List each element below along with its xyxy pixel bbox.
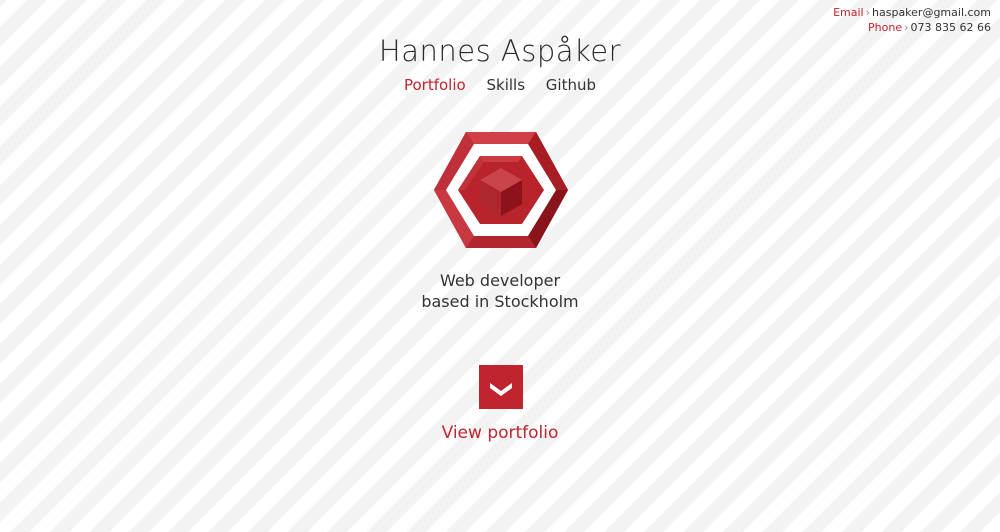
main-nav: Portfolio Skills Github	[0, 76, 1000, 94]
nav-item-github[interactable]: Github	[546, 76, 596, 94]
contact-email-row: Email › haspaker@gmail.com	[833, 5, 991, 20]
phone-arrow: ›	[904, 21, 909, 34]
contact-info: Email › haspaker@gmail.com Phone › 073 835 6…	[833, 5, 991, 35]
contact-phone-row: Phone › 073 835 62 66	[833, 20, 991, 35]
nav-item-portfolio[interactable]: Portfolio	[404, 76, 466, 94]
tagline-line-1: Web developer	[439, 271, 561, 290]
email-link[interactable]: haspaker@gmail.com	[872, 6, 991, 19]
tagline: Web developer based in Stockholm	[0, 270, 1000, 312]
scroll-down-button[interactable]	[479, 365, 523, 409]
nav-item-skills[interactable]: Skills	[486, 76, 525, 94]
email-arrow: ›	[865, 6, 871, 19]
chevron-down-icon	[490, 383, 512, 396]
hexagon-cube-logo-icon	[432, 130, 570, 250]
email-label: Email	[833, 6, 864, 19]
phone-label: Phone	[868, 21, 903, 34]
phone-link[interactable]: 073 835 62 66	[911, 21, 991, 34]
page-title: Hannes Aspåker	[378, 34, 622, 68]
view-portfolio-link[interactable]: View portfolio	[0, 423, 1000, 443]
tagline-line-2: based in Stockholm	[421, 292, 579, 311]
